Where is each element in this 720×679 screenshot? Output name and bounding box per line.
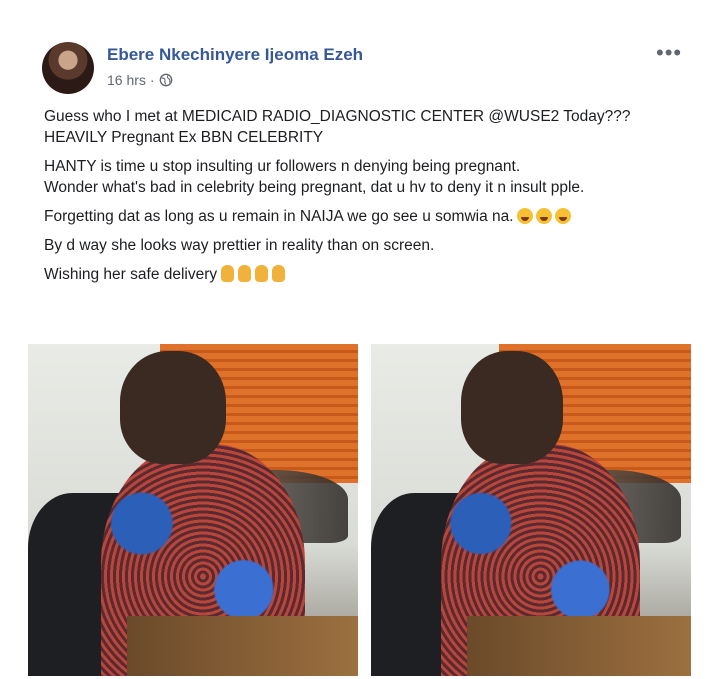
post-line: Wishing her safe delivery [44,264,684,285]
laughing-emoji-icon [535,208,552,224]
post-line: Guess who I met at MEDICAID RADIO_DIAGNO… [44,108,631,125]
more-options-icon[interactable]: ••• [656,40,682,66]
post-line: Wonder what's bad in celebrity being pre… [44,179,585,196]
author-name[interactable]: Ebere Nkechinyere Ijeoma Ezeh [107,45,363,65]
post-line: HEAVILY Pregnant Ex BBN CELEBRITY [44,129,324,146]
ok-hand-emoji-icon [238,265,252,282]
laughing-emoji-icon [554,208,571,224]
post-photo-left[interactable] [28,344,358,676]
post-line: By d way she looks way prettier in reali… [44,237,435,254]
post-text: Guess who I met at MEDICAID RADIO_DIAGNO… [44,106,684,285]
clapping-hands-emoji-icon [272,265,286,282]
laughing-emoji-icon [516,208,533,224]
thumbs-up-emoji-icon [255,265,269,282]
post-line: HANTY is time u stop insulting ur follow… [44,158,521,175]
facebook-post: Ebere Nkechinyere Ijeoma Ezeh 16 hrs · •… [0,0,720,679]
meta-separator: · [149,72,155,88]
ok-hand-emoji-icon [221,265,235,282]
post-line: Forgetting dat as long as u remain in NA… [44,206,684,227]
post-time[interactable]: 16 hrs [107,72,146,88]
post-photo-right[interactable] [371,344,691,676]
post-meta: 16 hrs · [107,72,173,88]
author-avatar[interactable] [42,42,94,94]
globe-icon [159,73,172,87]
